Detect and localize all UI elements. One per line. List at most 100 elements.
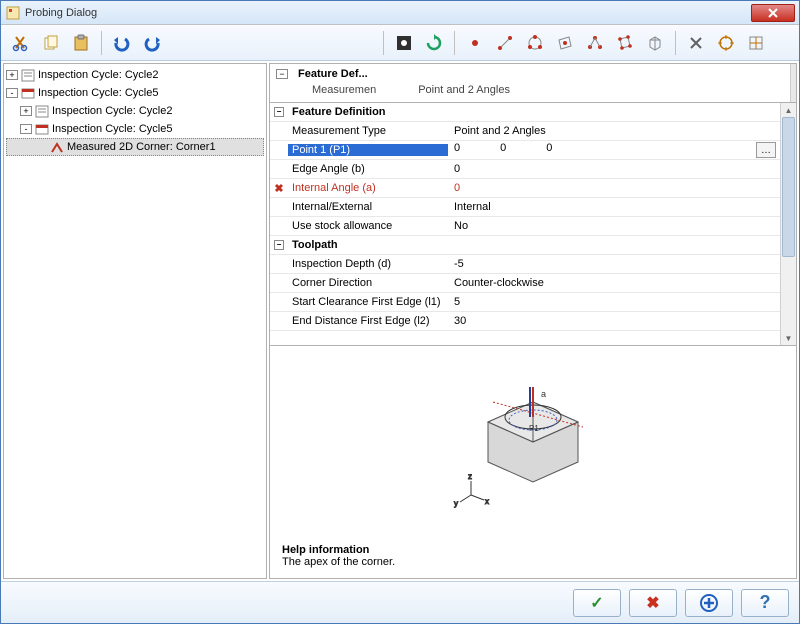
svg-text:P1: P1 [529, 424, 539, 433]
header-label: Feature Def... [292, 68, 374, 80]
tree-node-label: Inspection Cycle: Cycle5 [52, 123, 172, 135]
property-value[interactable]: 5 [448, 296, 780, 308]
property-name: Corner Direction [288, 277, 448, 289]
content-area: + Inspection Cycle: Cycle2 - Inspection Cyc… [1, 61, 799, 581]
svg-text:y: y [454, 499, 458, 508]
help-button[interactable]: ? [741, 589, 789, 617]
property-row[interactable]: Use stock allowanceNo [270, 217, 780, 236]
property-row[interactable]: ✖Internal Angle (a)0 [270, 179, 780, 198]
delete-icon[interactable] [682, 29, 710, 57]
scroll-thumb[interactable] [782, 117, 795, 257]
toolbar-separator [101, 31, 102, 55]
svg-text:a: a [541, 389, 546, 399]
tree-expander-icon[interactable]: + [20, 106, 32, 116]
window-close-button[interactable] [751, 4, 795, 22]
bottom-bar: ✓ ✖ ? [1, 581, 799, 623]
svg-text:x: x [485, 497, 489, 506]
property-value[interactable]: 000… [448, 142, 780, 158]
tree-node[interactable]: + Inspection Cycle: Cycle2 [6, 66, 264, 84]
property-row[interactable]: Inspection Depth (d)-5 [270, 255, 780, 274]
scrollbar[interactable]: ▲ ▼ [780, 103, 796, 345]
cut-icon[interactable] [7, 29, 35, 57]
scroll-up-icon[interactable]: ▲ [781, 103, 796, 117]
scroll-down-icon[interactable]: ▼ [781, 331, 796, 345]
toolbar-separator [383, 31, 384, 55]
cycle-open-icon [34, 121, 50, 137]
property-name: Measurement Type [288, 125, 448, 137]
property-value[interactable]: Internal [448, 201, 780, 213]
cancel-button[interactable]: ✖ [629, 589, 677, 617]
property-row[interactable]: Internal/ExternalInternal [270, 198, 780, 217]
tree-node-label: Inspection Cycle: Cycle2 [38, 69, 158, 81]
app-icon [5, 5, 21, 21]
tree-node[interactable]: - Inspection Cycle: Cycle5 [6, 120, 264, 138]
ok-button[interactable]: ✓ [573, 589, 621, 617]
copy-icon[interactable] [37, 29, 65, 57]
property-row[interactable]: Corner DirectionCounter-clockwise [270, 274, 780, 293]
calibrate-icon[interactable] [742, 29, 770, 57]
tree-node[interactable]: Measured 2D Corner: Corner1 [6, 138, 264, 156]
tree-expander-icon[interactable]: + [6, 70, 18, 80]
group-name: Feature Definition [288, 106, 386, 118]
ellipsis-button[interactable]: … [756, 142, 776, 158]
property-name: Edge Angle (b) [288, 163, 448, 175]
property-value[interactable]: 30 [448, 315, 780, 327]
right-pane: − Feature Def... Measuremen Point and 2 … [269, 63, 797, 579]
property-value[interactable]: No [448, 220, 780, 232]
property-row[interactable]: Edge Angle (b)0 [270, 160, 780, 179]
add-button[interactable] [685, 589, 733, 617]
undo-icon[interactable] [108, 29, 136, 57]
group-collapse-icon[interactable]: − [274, 240, 284, 250]
probe-point-icon[interactable] [461, 29, 489, 57]
group-collapse-icon[interactable]: − [274, 107, 284, 117]
target-icon[interactable] [712, 29, 740, 57]
probe-plane-icon[interactable] [551, 29, 579, 57]
tree-expander-icon[interactable]: - [6, 88, 18, 98]
toolbar-separator [675, 31, 676, 55]
tree-node-label: Inspection Cycle: Cycle5 [38, 87, 158, 99]
header-divider [790, 64, 796, 102]
tree-pane[interactable]: + Inspection Cycle: Cycle2 - Inspection Cyc… [3, 63, 267, 579]
property-value[interactable]: Counter-clockwise [448, 277, 780, 289]
tree-node[interactable]: + Inspection Cycle: Cycle2 [6, 102, 264, 120]
property-name: Internal/External [288, 201, 448, 213]
probe-circle-icon[interactable] [521, 29, 549, 57]
help-heading: Help information [282, 544, 784, 556]
probe-3point-icon[interactable] [581, 29, 609, 57]
tree-node[interactable]: - Inspection Cycle: Cycle5 [6, 84, 264, 102]
titlebar: Probing Dialog [1, 1, 799, 25]
probe-line-icon[interactable] [491, 29, 519, 57]
redo-icon[interactable] [138, 29, 166, 57]
help-block: Help information The apex of the corner. [270, 538, 796, 578]
property-row[interactable]: Start Clearance First Edge (l1)5 [270, 293, 780, 312]
probe-cube-icon[interactable] [641, 29, 669, 57]
cycle-open-icon [20, 85, 36, 101]
tree-node-label: Inspection Cycle: Cycle2 [52, 105, 172, 117]
tree-node-label: Measured 2D Corner: Corner1 [67, 141, 216, 153]
property-value[interactable]: 0 [448, 163, 780, 175]
svg-text:z: z [468, 472, 472, 481]
preview-pane: a P1 z x y Help information The apex of … [269, 346, 797, 579]
property-group-header[interactable]: −Feature Definition [270, 103, 780, 122]
property-value[interactable]: -5 [448, 258, 780, 270]
probe-box-icon[interactable] [611, 29, 639, 57]
corner-icon [49, 139, 65, 155]
property-row[interactable]: End Distance First Edge (l2)30 [270, 312, 780, 331]
error-icon: ✖ [274, 182, 283, 195]
cycle-icon [34, 103, 50, 119]
window-title: Probing Dialog [25, 7, 751, 19]
header-subfield-value: Point and 2 Angles [418, 84, 510, 102]
tree-expander-icon[interactable]: - [20, 124, 32, 134]
group-name: Toolpath [288, 239, 338, 251]
property-value[interactable]: Point and 2 Angles [448, 125, 780, 137]
property-value[interactable]: 0 [448, 182, 780, 194]
refresh-icon[interactable] [420, 29, 448, 57]
property-row[interactable]: Measurement TypePoint and 2 Angles [270, 122, 780, 141]
probe-point-dark-icon[interactable] [390, 29, 418, 57]
property-name: End Distance First Edge (l2) [288, 315, 448, 327]
property-group-header[interactable]: −Toolpath [270, 236, 780, 255]
header-collapse-icon[interactable]: − [276, 69, 288, 79]
property-row[interactable]: Point 1 (P1)000… [270, 141, 780, 160]
paste-icon[interactable] [67, 29, 95, 57]
toolbar [1, 25, 799, 61]
